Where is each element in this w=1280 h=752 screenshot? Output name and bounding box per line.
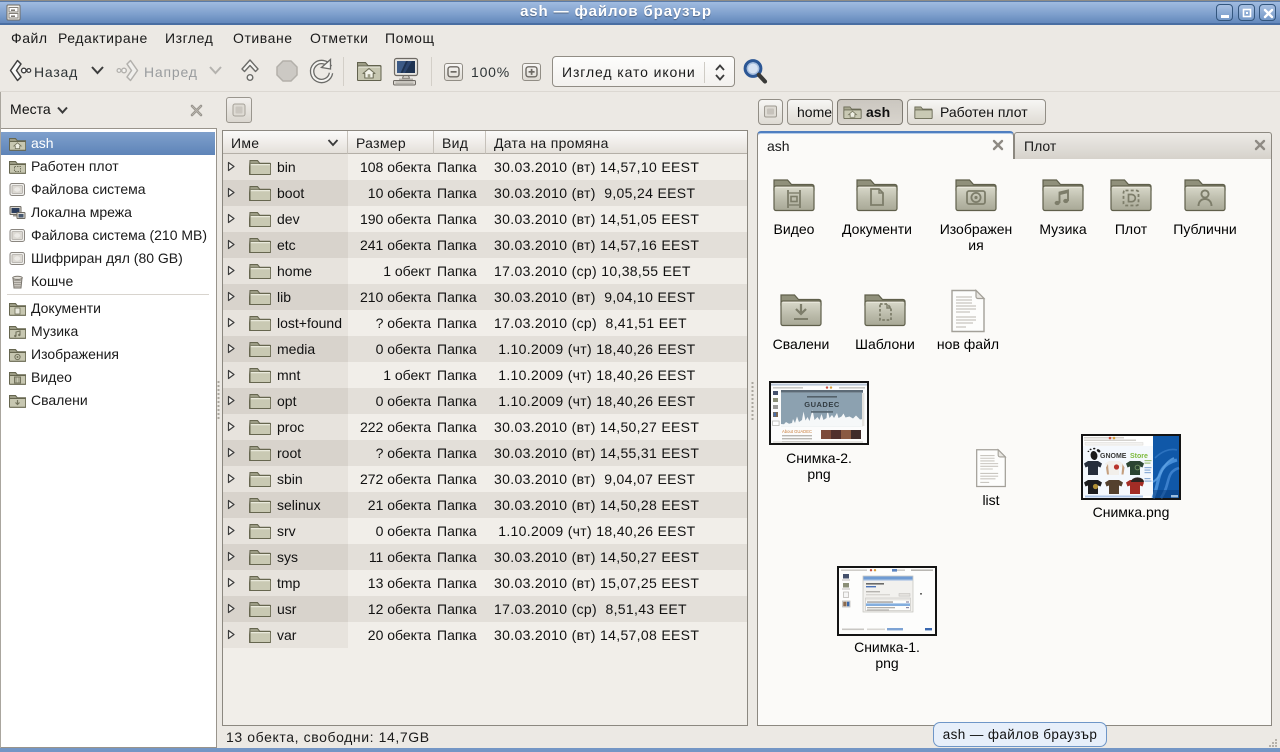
svg-text:About GUADEC: About GUADEC (782, 429, 812, 434)
svg-text:Store: Store (1130, 453, 1148, 460)
svg-text:GUADEC: GUADEC (804, 400, 840, 409)
svg-text:GNOME: GNOME (1100, 453, 1127, 460)
